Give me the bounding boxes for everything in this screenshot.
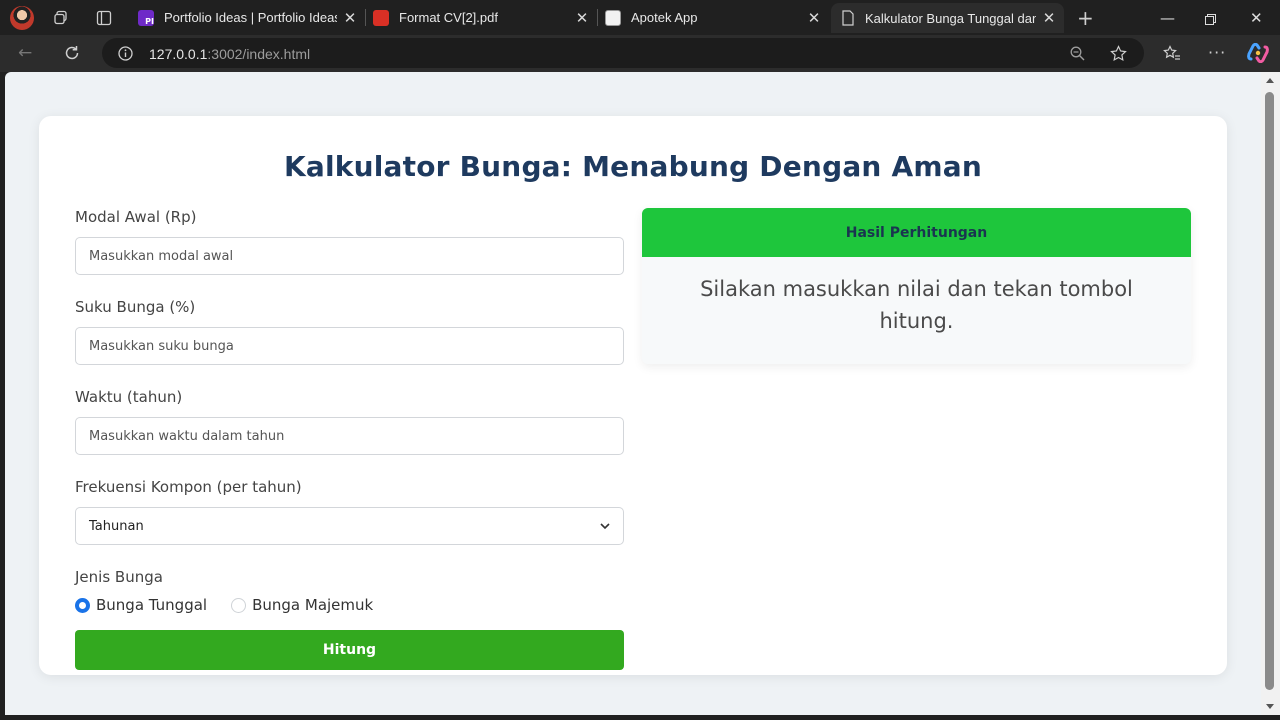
favorites-list-icon[interactable] — [1163, 45, 1181, 62]
zoom-icon[interactable] — [1070, 46, 1085, 61]
radio-unchecked-icon[interactable] — [231, 597, 247, 613]
jenis-bunga-label: Jenis Bunga — [75, 568, 163, 586]
waktu-label: Waktu (tahun) — [75, 388, 183, 406]
scroll-up-icon[interactable] — [1266, 78, 1274, 83]
result-header: Hasil Perhitungan — [642, 208, 1191, 257]
radio-bunga-tunggal[interactable]: Bunga Tunggal — [75, 596, 207, 614]
close-icon[interactable]: ✕ — [575, 9, 589, 27]
suku-bunga-label: Suku Bunga (%) — [75, 298, 196, 316]
jenis-bunga-radio-group: Bunga Tunggal Bunga Majemuk — [75, 596, 624, 614]
new-tab-icon[interactable]: + — [1077, 8, 1094, 28]
frekuensi-select[interactable]: Tahunan — [75, 507, 624, 545]
radio-checked-icon[interactable] — [75, 597, 90, 613]
close-icon[interactable]: ✕ — [807, 9, 821, 27]
tab-title: Portfolio Ideas | Portfolio Ideas — [164, 10, 337, 25]
app-favicon-icon — [605, 9, 621, 26]
result-panel: Hasil Perhitungan Silakan masukkan nilai… — [642, 208, 1191, 364]
url-field[interactable]: 127.0.0.1:3002/index.html — [102, 38, 1144, 68]
page-viewport: Kalkulator Bunga: Menabung Dengan Aman M… — [5, 72, 1261, 715]
frekuensi-selected-value: Tahunan — [89, 518, 144, 534]
tab-actions-icon[interactable] — [96, 10, 112, 26]
modal-awal-input[interactable] — [75, 237, 624, 275]
scroll-thumb[interactable] — [1265, 92, 1274, 690]
interest-form: Modal Awal (Rp) Suku Bunga (%) Waktu (ta… — [75, 208, 624, 670]
calculator-card: Kalkulator Bunga: Menabung Dengan Aman M… — [39, 116, 1227, 675]
page-title: Kalkulator Bunga: Menabung Dengan Aman — [284, 150, 982, 183]
pdf-favicon-icon — [373, 9, 389, 26]
more-options-icon[interactable]: ··· — [1208, 45, 1226, 61]
workspaces-icon[interactable] — [54, 10, 70, 26]
tab-apotek-app[interactable]: Apotek App ✕ — [597, 5, 829, 30]
profile-avatar[interactable] — [10, 6, 34, 30]
portfolio-favicon-icon: PI — [138, 9, 154, 26]
scroll-down-icon[interactable] — [1266, 704, 1274, 709]
tab-portfolio-ideas[interactable]: PI Portfolio Ideas | Portfolio Ideas ✕ — [130, 5, 365, 30]
close-icon[interactable]: ✕ — [343, 9, 357, 27]
browser-tab-bar: PI Portfolio Ideas | Portfolio Ideas ✕ F… — [0, 0, 1280, 35]
page-favicon-icon — [839, 10, 855, 26]
tab-kalkulator-bunga[interactable]: Kalkulator Bunga Tunggal dan M ✕ — [831, 3, 1064, 33]
restore-icon[interactable] — [1205, 11, 1216, 29]
refresh-icon[interactable] — [63, 44, 81, 62]
back-arrow-icon[interactable]: ← — [18, 45, 32, 62]
address-bar: ← 127.0.0.1:3002/index.html ··· — [0, 35, 1280, 72]
suku-bunga-input[interactable] — [75, 327, 624, 365]
radio-bunga-majemuk[interactable]: Bunga Majemuk — [231, 596, 373, 614]
chevron-down-icon — [599, 520, 611, 536]
window-close-icon[interactable]: ✕ — [1250, 9, 1263, 27]
frekuensi-label: Frekuensi Kompon (per tahun) — [75, 478, 302, 496]
tab-title: Kalkulator Bunga Tunggal dan M — [865, 10, 1036, 26]
tab-title: Format CV[2].pdf — [399, 10, 498, 25]
minimize-icon[interactable]: — — [1160, 9, 1175, 27]
modal-awal-label: Modal Awal (Rp) — [75, 208, 197, 226]
hitung-button[interactable]: Hitung — [75, 630, 624, 670]
result-message: Silakan masukkan nilai dan tekan tombol … — [700, 277, 1133, 333]
site-info-icon[interactable] — [118, 46, 133, 61]
favorite-star-icon[interactable] — [1110, 45, 1127, 62]
tab-title: Apotek App — [631, 10, 698, 25]
tab-format-cv[interactable]: Format CV[2].pdf ✕ — [365, 5, 597, 30]
close-icon[interactable]: ✕ — [1042, 9, 1056, 27]
copilot-icon[interactable] — [1247, 43, 1269, 63]
waktu-input[interactable] — [75, 417, 624, 455]
page-scrollbar[interactable] — [1261, 72, 1280, 715]
radio-bunga-tunggal-label: Bunga Tunggal — [96, 596, 208, 614]
url-text: 127.0.0.1:3002/index.html — [149, 46, 311, 62]
radio-bunga-majemuk-label: Bunga Majemuk — [252, 596, 374, 614]
